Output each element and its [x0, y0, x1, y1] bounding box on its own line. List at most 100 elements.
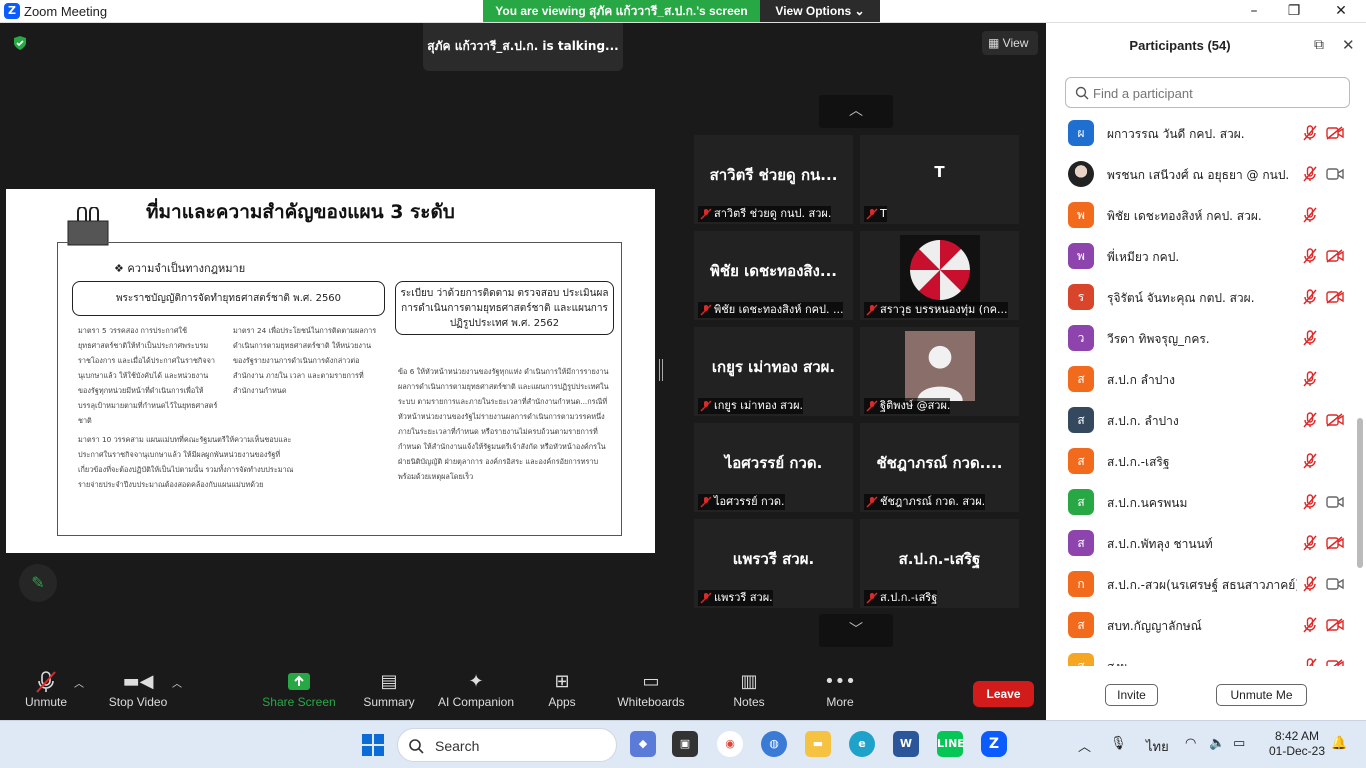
scroll-thumb[interactable] — [1357, 418, 1363, 568]
tray-overflow-icon[interactable]: ︿ — [1078, 736, 1091, 755]
annotate-pencil-button[interactable]: ✎ — [19, 564, 57, 602]
unmute-button[interactable]: Unmute — [20, 669, 72, 715]
shared-screen[interactable]: ที่มาและความสำคัญของแผน 3 ระดับ ❖ ความจำ… — [6, 189, 655, 553]
grid-icon: ▦ — [988, 36, 1003, 50]
participant-list: ผ ผกาวรรณ วันดี กคป. สวผ. พรชนก เสนีวงศ์ ณ… — [1046, 113, 1356, 666]
video-tile[interactable]: สาวิตรี ช่วยดู กน... สาวิตรี ช่วยดู กนป.… — [694, 135, 853, 224]
video-off-icon — [1326, 536, 1344, 550]
sparkle-icon: ✦ — [468, 671, 484, 692]
participant-row[interactable]: ร รุจิรัตน์ จันทะคุณ กตป. สวผ. — [1046, 277, 1356, 318]
participant-row[interactable]: ส ส.ป.ก ลำปาง — [1046, 359, 1356, 400]
video-off-icon — [1326, 126, 1344, 140]
unmute-me-button[interactable]: Unmute Me — [1216, 684, 1307, 706]
participant-row[interactable]: ส สบท.กัญญาลักษณ์ — [1046, 605, 1356, 646]
whiteboards-button[interactable]: ▭ Whiteboards — [614, 669, 688, 715]
file-explorer-icon[interactable]: ▬ — [805, 731, 831, 757]
participant-row[interactable]: ก ส.ป.ก.-สวผ(นรเศรษฐ์ สธนสาวภาคย์) — [1046, 564, 1356, 605]
share-screen-button[interactable]: Share Screen — [262, 669, 336, 715]
close-button[interactable]: ✕ — [1321, 1, 1361, 21]
video-tile[interactable]: ส.ป.ก.-เสริฐ ส.ป.ก.-เสริฐ — [860, 519, 1019, 608]
chrome-icon[interactable]: ◉ — [717, 731, 743, 757]
notification-bell-icon[interactable]: 🔔 — [1331, 736, 1347, 751]
participant-row[interactable]: พ พิชัย เดชะทองสิงห์ กคป. สวผ. — [1046, 195, 1356, 236]
participant-search-input[interactable] — [1093, 82, 1343, 104]
tile-name: สาวิตรี ช่วยดู กน... — [709, 166, 838, 184]
slide-para-section5: มาตรา 5 วรรคสอง การประกาศใช้ยุทธศาสตร์ชา… — [78, 326, 218, 425]
participant-row[interactable]: ส ส.ป.ก.พัทลุง ชานนท์ — [1046, 523, 1356, 564]
participant-row[interactable]: พ พี่เหมียว กคป. — [1046, 236, 1356, 277]
participant-row[interactable]: ส สงผ — [1046, 646, 1356, 666]
wifi-icon[interactable]: ◠ — [1185, 736, 1196, 751]
zoom-logo-icon: Z — [4, 3, 20, 19]
microphone-tray-icon[interactable]: 🎙 — [1110, 736, 1127, 751]
popout-icon[interactable]: ⧉ — [1314, 37, 1324, 53]
slide-para-clause6: ข้อ 6 ให้หัวหน้าหน่วยงานของรัฐทุกแห่ง ดำ… — [398, 367, 609, 481]
shield-icon[interactable] — [12, 35, 28, 51]
minimize-button[interactable]: – — [1234, 1, 1274, 21]
language-indicator[interactable]: ไทย — [1146, 736, 1169, 757]
page-down-button[interactable]: ﹀ — [819, 614, 893, 647]
more-button[interactable]: ••• More — [820, 669, 860, 715]
video-tile[interactable]: ไอศวรรย์ กวด. ไอศวรรย์ กวด. — [694, 423, 853, 512]
windows-start-icon[interactable] — [361, 733, 385, 757]
edge-icon[interactable]: e — [849, 731, 875, 757]
invite-button[interactable]: Invite — [1105, 684, 1158, 706]
summary-button[interactable]: ▤ Summary — [360, 669, 418, 715]
participant-name: พิชัย เดชะทองสิงห์ กคป. สวผ. — [1107, 209, 1262, 223]
participant-row[interactable]: ผ ผกาวรรณ วันดี กคป. สวผ. — [1046, 113, 1356, 154]
ai-companion-button[interactable]: ✦ AI Companion — [436, 669, 516, 715]
avatar: ผ — [1068, 120, 1094, 146]
task-view-icon[interactable]: ▣ — [672, 731, 698, 757]
apps-button[interactable]: ⊞ Apps — [542, 669, 582, 715]
view-button[interactable]: ▦ View — [982, 31, 1038, 55]
search-icon — [1075, 86, 1089, 100]
battery-icon[interactable]: ▭ — [1233, 736, 1245, 751]
taskbar-search[interactable]: Search — [397, 728, 617, 762]
avatar: ส — [1068, 366, 1094, 392]
view-options-button[interactable]: View Options ⌄ — [760, 0, 880, 22]
clock-time: 8:42 AM — [1274, 729, 1320, 743]
network-app-icon[interactable]: ◍ — [761, 731, 787, 757]
leave-button[interactable]: Leave — [973, 681, 1034, 707]
tile-label: เกยูร เม่าทอง สวผ. — [698, 398, 804, 414]
video-options-caret[interactable]: ︿ — [172, 675, 182, 690]
talking-indicator: สุภัค แก้ววารี_ส.ป.ก. is talking... — [423, 23, 623, 71]
participant-search[interactable] — [1065, 77, 1350, 108]
line-icon[interactable]: LINE — [937, 731, 965, 757]
word-icon[interactable]: W — [893, 731, 919, 757]
tile-name: ชัชฎาภรณ์ กวด.... — [876, 454, 1003, 472]
video-off-icon — [1326, 659, 1344, 666]
participant-row[interactable]: ส ส.ป.ก. ลำปาง — [1046, 400, 1356, 441]
participants-panel: Participants (54) ⧉ ✕ ผ ผกาวรรณ วันดี กคป… — [1046, 23, 1366, 720]
video-off-icon — [1326, 618, 1344, 632]
participant-row[interactable]: พรชนก เสนีวงศ์ ณ อยุธยา @ กนป. — [1046, 154, 1356, 195]
participant-row[interactable]: ว วีรดา ทิพจรุญ_กคร. — [1046, 318, 1356, 359]
participant-row[interactable]: ส ส.ป.ก.นครพนม — [1046, 482, 1356, 523]
video-tile[interactable]: พิชัย เดชะทองสิง... พิชัย เดชะทองสิงห์ ก… — [694, 231, 853, 320]
audio-options-caret[interactable]: ︿ — [74, 675, 84, 690]
video-camera-icon: ▬◀ — [122, 671, 154, 692]
participant-row[interactable]: ส ส.ป.ก.-เสริฐ — [1046, 441, 1356, 482]
panel-close-icon[interactable]: ✕ — [1342, 36, 1355, 54]
stop-video-button[interactable]: ▬◀ Stop Video — [104, 669, 172, 715]
page-up-button[interactable]: ︿ — [819, 95, 893, 128]
video-off-icon — [1326, 249, 1344, 263]
video-tile[interactable]: สราวุธ บรรหนองทุ่ม (กค... — [860, 231, 1019, 320]
copilot-icon[interactable]: ◆ — [630, 731, 656, 757]
video-tile[interactable]: T T — [860, 135, 1019, 224]
volume-icon[interactable]: 🔈 — [1209, 736, 1225, 751]
view-label: View — [1002, 36, 1029, 50]
video-tile[interactable]: เกยูร เม่าทอง สวผ. เกยูร เม่าทอง สวผ. — [694, 327, 853, 416]
split-handle[interactable] — [659, 359, 663, 381]
taskbar-clock[interactable]: 8:42 AM 01-Dec-23 — [1262, 729, 1332, 759]
video-tile[interactable]: แพรวรี สวผ. แพรวรี สวผ. — [694, 519, 853, 608]
video-tile[interactable]: ชัชฎาภรณ์ กวด.... ชัชฎาภรณ์ กวด. สวผ. — [860, 423, 1019, 512]
video-tile[interactable]: ฐิติพงษ์ @สวผ. — [860, 327, 1019, 416]
video-camera-icon — [1326, 578, 1344, 590]
maximize-button[interactable]: ❐ — [1274, 1, 1314, 21]
participant-scrollbar[interactable] — [1356, 113, 1364, 666]
slide-subheading: ❖ ความจำเป็นทางกฎหมาย — [114, 262, 246, 275]
notes-button[interactable]: ▥ Notes — [728, 669, 770, 715]
tile-name: แพรวรี สวผ. — [732, 550, 815, 568]
zoom-taskbar-icon[interactable]: Z — [981, 731, 1007, 757]
